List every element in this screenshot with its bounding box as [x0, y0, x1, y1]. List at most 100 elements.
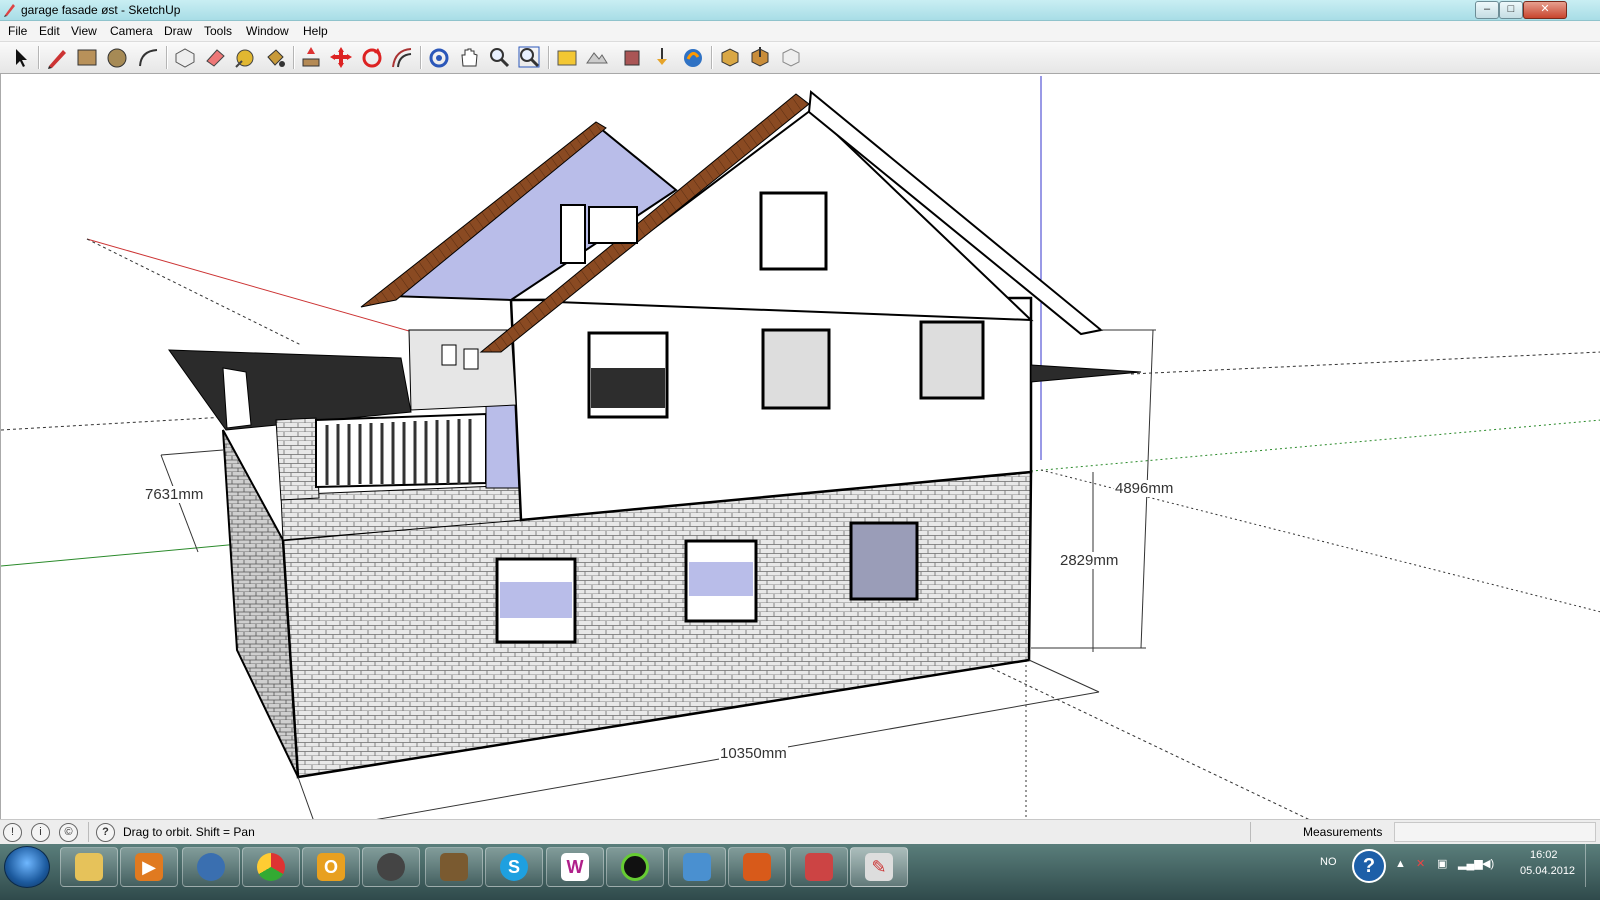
device-icon[interactable]: ▣ [1437, 857, 1447, 870]
taskbar-chrome[interactable] [242, 847, 300, 887]
share-component-icon[interactable] [717, 45, 743, 70]
help-tray-icon[interactable]: ? [1352, 849, 1386, 883]
taskbar-green-app[interactable] [606, 847, 664, 887]
menu-file[interactable]: File [8, 24, 27, 38]
language-indicator[interactable]: NO [1320, 856, 1337, 868]
toolbar-separator [38, 46, 40, 69]
green-ring-icon [621, 853, 649, 881]
taskbar-office[interactable] [728, 847, 786, 887]
measurements-label: Measurements [1303, 825, 1383, 839]
maximize-button[interactable]: □ [1499, 1, 1523, 19]
user-icon[interactable]: © [59, 823, 78, 842]
system-tray: NO ? ▲ ✕ ▣ ▂▄▆ ◀) 16:02 05.04.2012 [1310, 844, 1600, 900]
toggle-terrain-icon[interactable] [584, 45, 610, 70]
dimension-width-label: 10350mm [719, 745, 788, 762]
toolbar-separator [166, 46, 168, 69]
window-title: garage fasade øst - SketchUp [21, 3, 181, 17]
arc-icon[interactable] [136, 45, 162, 70]
word-icon: W [561, 853, 589, 881]
orbit-icon[interactable] [426, 45, 452, 70]
status-bar: ! i © ? Drag to orbit. Shift = Pan Measu… [0, 819, 1600, 844]
minimize-button[interactable]: – [1475, 1, 1499, 19]
taskbar-sketchup-active[interactable]: ✎ [850, 847, 908, 887]
network-error-icon[interactable]: ✕ [1416, 857, 1425, 870]
zoom-extents-icon[interactable] [516, 45, 542, 70]
menu-draw[interactable]: Draw [164, 24, 192, 38]
clock-date[interactable]: 05.04.2012 [1520, 865, 1575, 877]
taskbar-game[interactable] [425, 847, 483, 887]
offset-icon[interactable] [389, 45, 415, 70]
main-toolbar [0, 42, 1600, 74]
taskbar-media-player[interactable]: ▶ [120, 847, 178, 887]
get-components-icon[interactable] [778, 45, 804, 70]
close-button[interactable]: ✕ [1523, 1, 1567, 19]
rotate-icon[interactable] [359, 45, 385, 70]
taskbar-outlook[interactable]: O [302, 847, 360, 887]
taskbar-word[interactable]: W [546, 847, 604, 887]
help-icon[interactable]: ? [96, 823, 115, 842]
menu-camera[interactable]: Camera [110, 24, 153, 38]
show-desktop-button[interactable] [1585, 844, 1598, 887]
taskbar-skype[interactable]: S [485, 847, 543, 887]
office-icon [743, 853, 771, 881]
show-hidden-icons-icon[interactable]: ▲ [1395, 858, 1406, 870]
dimension-depth-label: 7631mm [144, 486, 205, 503]
taskbar-people[interactable] [668, 847, 726, 887]
credits-icon[interactable]: i [31, 823, 50, 842]
make-component-icon[interactable] [172, 45, 198, 70]
clock-time[interactable]: 16:02 [1530, 849, 1558, 861]
house-model-drawing [1, 76, 1600, 819]
signal-icon[interactable]: ▂▄▆ [1458, 857, 1483, 870]
geolocation-icon[interactable]: ! [3, 823, 22, 842]
status-divider [88, 822, 89, 842]
skype-icon: S [500, 853, 528, 881]
move-icon[interactable] [328, 45, 354, 70]
toolbar-separator [420, 46, 422, 69]
rectangle-icon[interactable] [74, 45, 100, 70]
toolbar-separator [548, 46, 550, 69]
sketchup-app-icon [4, 4, 15, 17]
game-icon [440, 853, 468, 881]
menu-bar: File Edit View Camera Draw Tools Window … [0, 21, 1600, 42]
tape-measure-icon[interactable] [232, 45, 258, 70]
dimension-total-height-label: 4896mm [1114, 480, 1175, 497]
share-model-icon[interactable] [680, 45, 706, 70]
dimension-lower-height-label: 2829mm [1059, 552, 1120, 569]
start-button[interactable] [4, 846, 50, 888]
get-models-icon[interactable] [649, 45, 675, 70]
circle-icon[interactable] [104, 45, 130, 70]
media-player-icon: ▶ [135, 853, 163, 881]
volume-icon[interactable]: ◀) [1482, 857, 1494, 870]
push-pull-icon[interactable] [298, 45, 324, 70]
preview-google-earth-icon[interactable] [619, 45, 645, 70]
sketchup-icon: ✎ [865, 853, 893, 881]
pencil-icon[interactable] [44, 45, 70, 70]
zoom-icon[interactable] [486, 45, 512, 70]
toolbar-separator [293, 46, 295, 69]
modeling-viewport[interactable]: 7631mm 10350mm 4896mm 2829mm [0, 74, 1600, 819]
menu-edit[interactable]: Edit [39, 24, 60, 38]
toolbar-separator [711, 46, 713, 69]
select-icon[interactable] [7, 45, 33, 70]
eraser-icon[interactable] [202, 45, 228, 70]
taskbar-mail[interactable] [362, 847, 420, 887]
windows-taskbar: ▶ O S W ✎ NO ? ▲ ✕ ▣ ▂▄▆ ◀) 16:02 05.04.… [0, 844, 1600, 900]
paint-bucket-icon[interactable] [262, 45, 288, 70]
pan-icon[interactable] [456, 45, 482, 70]
menu-tools[interactable]: Tools [204, 24, 232, 38]
menu-window[interactable]: Window [246, 24, 289, 38]
menu-help[interactable]: Help [303, 24, 328, 38]
wifi-icon [197, 853, 225, 881]
extension-warehouse-icon[interactable] [747, 45, 773, 70]
measurements-input[interactable] [1394, 822, 1596, 842]
outlook-icon: O [317, 853, 345, 881]
add-location-icon[interactable] [554, 45, 580, 70]
taskbar-explorer[interactable] [60, 847, 118, 887]
sketchup-layout-icon [805, 853, 833, 881]
mail-icon [377, 853, 405, 881]
menu-view[interactable]: View [71, 24, 97, 38]
taskbar-wifi[interactable] [182, 847, 240, 887]
taskbar-sketchup-layout[interactable] [790, 847, 848, 887]
title-bar: garage fasade øst - SketchUp – □ ✕ [0, 0, 1600, 21]
status-divider [1250, 822, 1251, 842]
